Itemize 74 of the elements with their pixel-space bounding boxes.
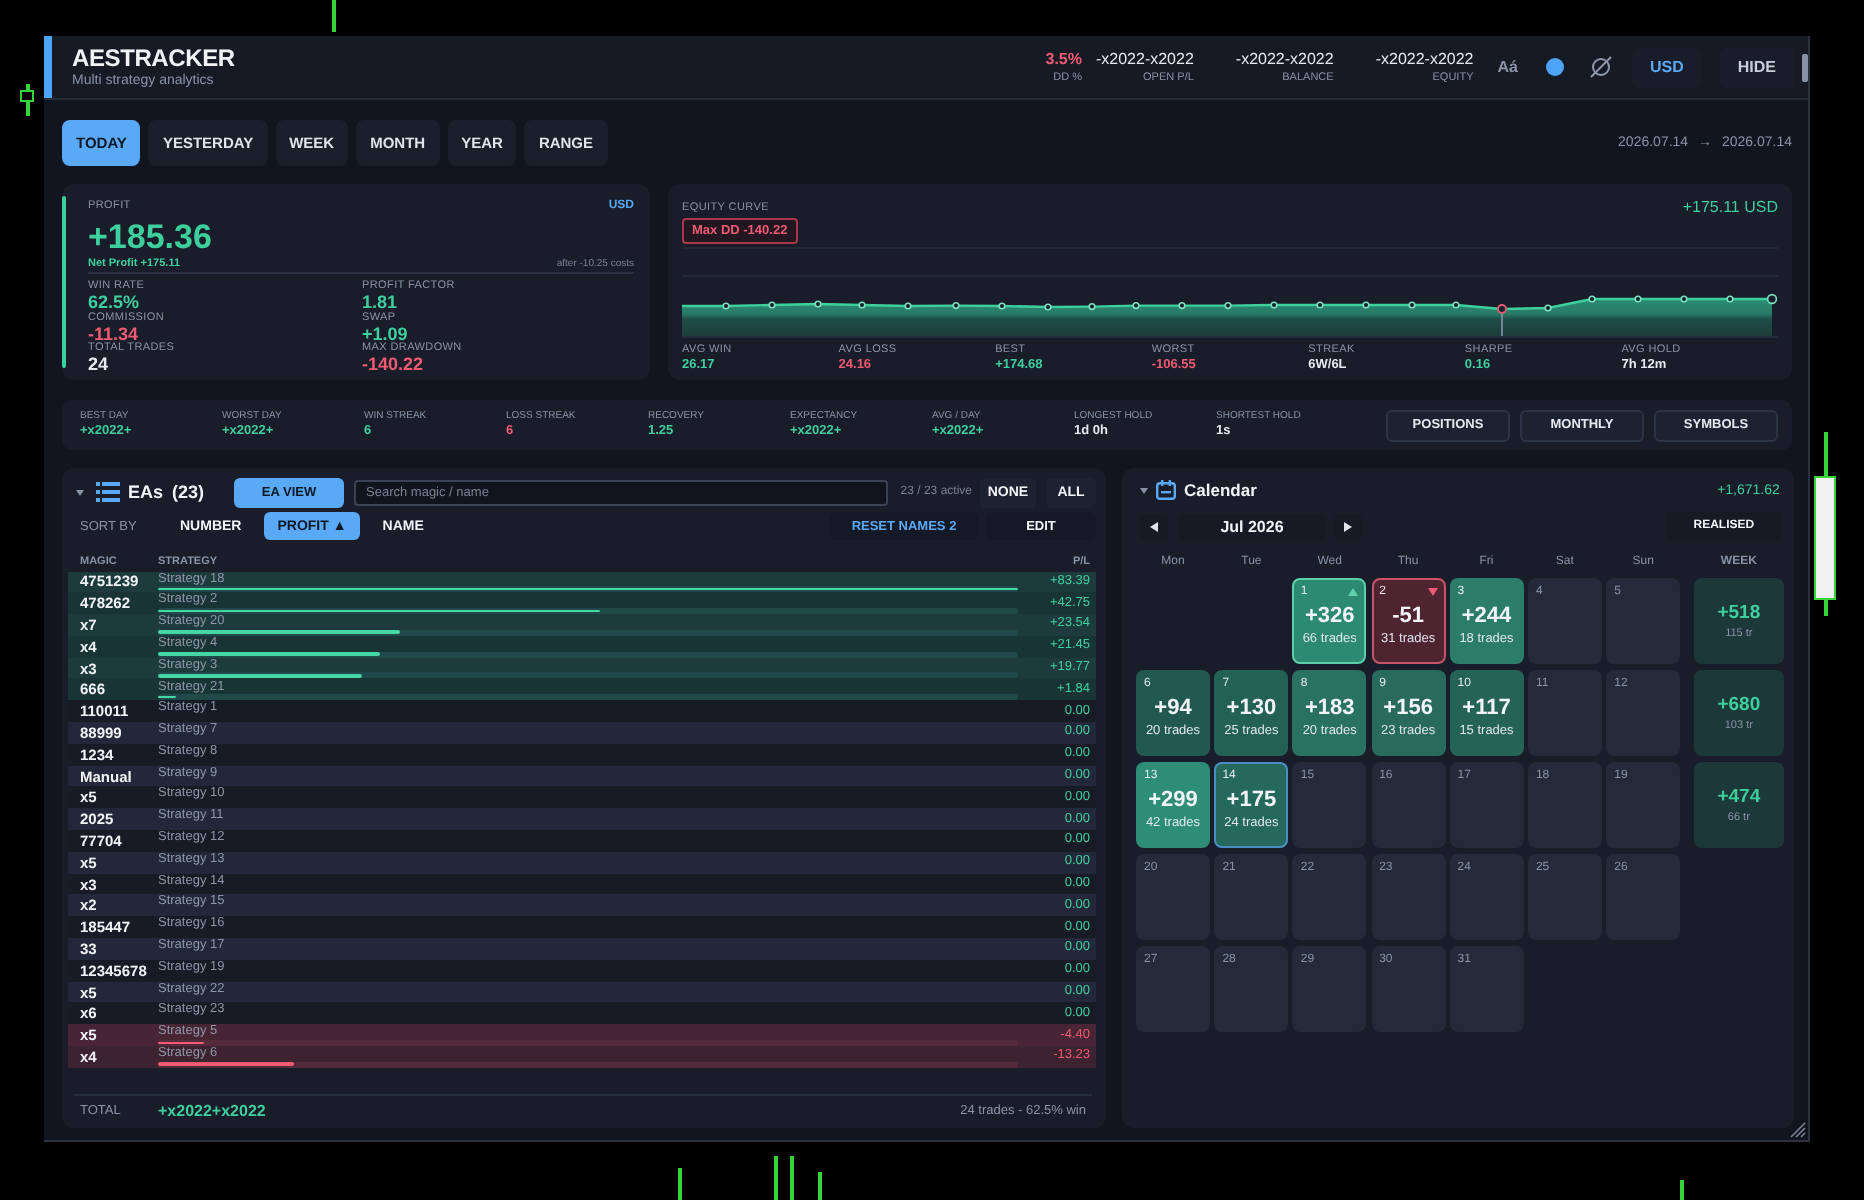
curve-point [1362,301,1370,309]
stat-value: 62.5% [88,294,142,311]
stat-value: +1.09 [362,325,408,342]
curve-point [1544,304,1552,312]
prev-month-button[interactable] [1140,513,1168,539]
ea-panel-title: EAs (23) [128,482,205,502]
currency-button[interactable]: USD [1631,47,1702,87]
curve-point [814,300,822,308]
curve-point [1178,302,1186,310]
down-triangle-icon [1427,588,1438,596]
curve-point [1766,293,1778,305]
stat-value: -140.22 [362,356,426,373]
week-profit: +680 [1717,693,1761,717]
curve-point [1224,302,1232,310]
week-profit: +518 [1717,601,1761,625]
day-profit: +156 [1383,696,1433,720]
app-title: AESTRACKER [72,44,235,72]
collapse-caret-icon[interactable] [1140,487,1148,493]
curve-point [1634,295,1642,303]
stat-value: 24 [88,356,111,373]
curve-point [858,301,866,309]
drawdown-marker [1497,304,1507,337]
curve-point [904,302,912,310]
next-month-button[interactable] [1334,513,1362,539]
week-profit: +474 [1717,785,1761,809]
caret-right-icon [1344,521,1352,531]
price-candle [20,84,34,116]
header-stat-value: -x2022-x2022 [1235,49,1334,69]
curve-point [998,302,1006,310]
curve-point [1044,303,1052,311]
equity-total: +175.11 USD [1682,198,1778,218]
curve-point [1132,302,1140,310]
curve-point [1726,295,1734,303]
day-profit: +130 [1226,696,1277,720]
day-profit: +175 [1226,788,1277,812]
calendar-title: Calendar [1184,480,1257,500]
header-stat-value: 3.5% [1045,49,1082,69]
day-profit: +183 [1304,696,1355,720]
day-profit: +326 [1304,604,1355,628]
price-candle [330,0,336,32]
day-profit: +299 [1148,788,1198,812]
crossed-circle-icon[interactable] [1589,56,1612,78]
list-icon [96,482,120,502]
curve-point [1316,301,1324,309]
curve-point [952,302,960,310]
curve-point [1452,301,1460,309]
hide-button[interactable]: HIDE [1719,47,1794,87]
curve-point [722,302,730,310]
month-label: Jul 2026 [1178,513,1326,539]
curve-point [1270,301,1278,309]
day-profit: +94 [1154,696,1192,720]
header-stat-value: -x2022-x2022 [1095,49,1194,69]
total-value: +x2022+x2022 [158,1101,266,1119]
handle-bar-icon[interactable] [1802,53,1808,81]
day-profit: -51 [1392,604,1425,628]
profit-value: +185.36 [88,216,214,258]
stat-value: 1.81 [362,294,400,311]
calendar-icon [1156,480,1176,500]
theme-dot-icon[interactable] [1545,58,1564,76]
up-triangle-icon [1348,588,1359,596]
curve-point [1088,303,1096,311]
header-stat-value: -x2022-x2022 [1375,49,1474,69]
resize-grip-icon[interactable] [1790,1122,1806,1138]
curve-point [1408,301,1416,309]
collapse-caret-icon[interactable] [76,489,84,495]
accent-bar [44,36,52,98]
day-profit: +244 [1461,604,1512,628]
curve-point [1588,295,1596,303]
curve-point [1680,295,1688,303]
font-size-button[interactable]: Aá [1497,58,1518,76]
caret-left-icon [1150,521,1158,531]
curve-point [768,301,776,309]
stat-value: -11.34 [88,325,139,342]
day-profit: +117 [1462,696,1511,720]
